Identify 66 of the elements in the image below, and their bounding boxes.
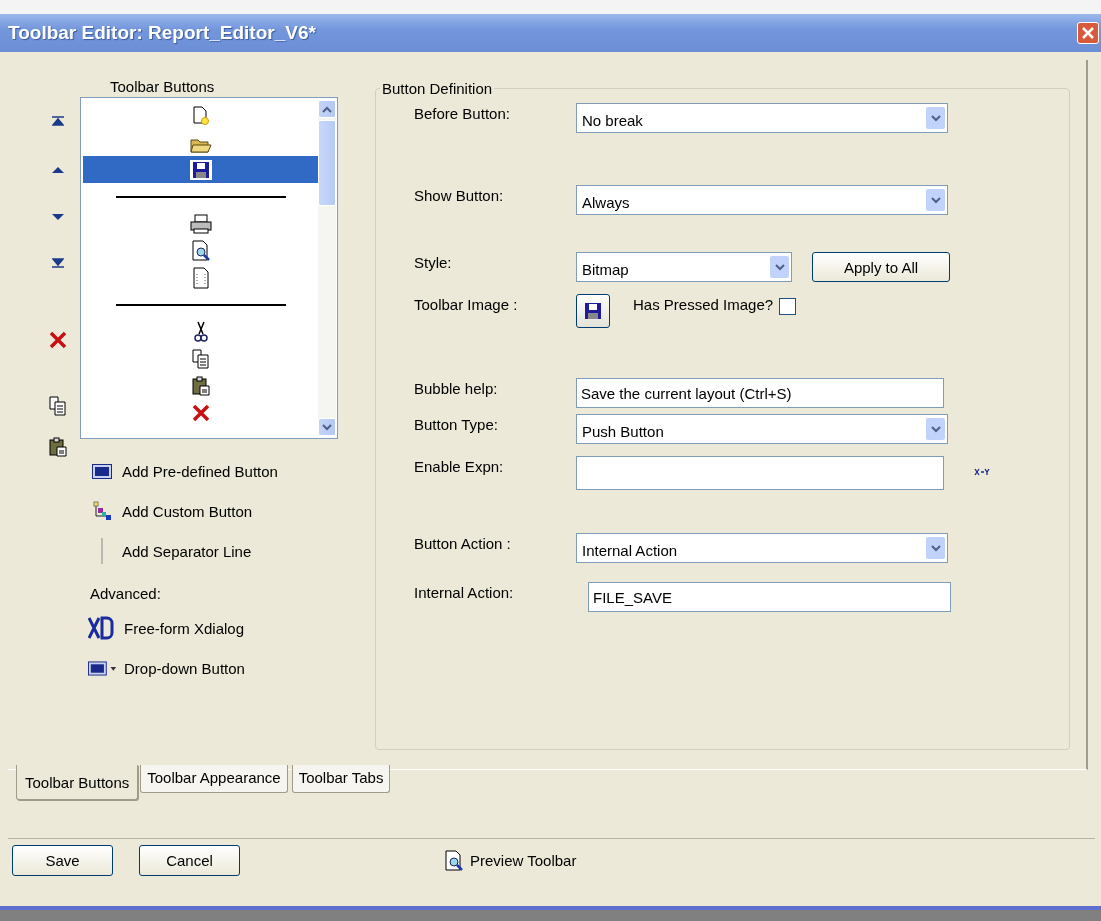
expression-builder-icon[interactable] [974, 468, 990, 476]
preview-icon [190, 239, 211, 262]
page-icon [191, 266, 210, 289]
toolbar-buttons-list[interactable] [80, 97, 338, 439]
scroll-down-icon[interactable] [322, 423, 332, 431]
text-field[interactable]: Save the current layout (Ctrl+S) [576, 378, 944, 408]
add-action-link[interactable]: Add Separator Line [122, 542, 252, 560]
tab[interactable]: Toolbar Appearance [140, 765, 288, 793]
paste-icon[interactable] [49, 437, 67, 457]
delete-icon[interactable] [49, 331, 67, 349]
delete-icon [191, 403, 210, 422]
field-label: Enable Expn: [414, 457, 505, 475]
save-icon [191, 159, 210, 180]
field-label: Internal Action: [414, 583, 515, 601]
field-label: Before Button: [414, 104, 511, 122]
window-title: Toolbar Editor: Report_Editor_V6* [8, 22, 317, 44]
dropdown-field[interactable]: No break [576, 103, 948, 133]
scroll-up-icon[interactable] [322, 105, 332, 113]
toolbar-image-button[interactable] [576, 294, 610, 328]
scrollbar[interactable] [318, 100, 336, 436]
flowchart-icon [92, 501, 112, 521]
xd-icon [88, 616, 114, 640]
dropdown-field[interactable]: Always [576, 185, 948, 215]
dialog-button[interactable]: Save [12, 845, 113, 876]
preview-icon [444, 849, 464, 872]
copy-icon[interactable] [49, 396, 67, 416]
dropdown-field[interactable]: Push Button [576, 414, 948, 444]
dropdown-field[interactable]: Internal Action [576, 533, 948, 563]
tab[interactable]: Toolbar Tabs [291, 765, 391, 793]
move-down-icon[interactable] [52, 213, 64, 221]
dialog-button[interactable]: Cancel [139, 845, 240, 876]
text-field[interactable]: FILE_SAVE [588, 582, 951, 612]
checkbox-label: Has Pressed Image? [633, 295, 774, 313]
field-label: Button Action : [414, 534, 512, 552]
expression-field[interactable] [576, 456, 944, 490]
vertical-line-icon [100, 538, 104, 564]
print-icon [189, 213, 212, 234]
field-label: Show Button: [414, 186, 505, 204]
close-button[interactable] [1077, 22, 1099, 44]
advanced-action-link[interactable]: Free-form Xdialog [124, 619, 245, 637]
newfile-icon [191, 105, 210, 126]
group-title: Button Definition [381, 80, 494, 97]
paste-icon [191, 375, 210, 396]
preview-toolbar-link[interactable]: Preview Toolbar [470, 852, 577, 869]
section-label: Advanced: [90, 585, 162, 602]
copy-icon [191, 348, 210, 369]
field-label: Style: [414, 253, 453, 271]
close-icon[interactable] [1082, 27, 1094, 39]
separator-line[interactable] [115, 195, 286, 198]
field-label: Toolbar Image : [414, 295, 519, 313]
move-up-icon[interactable] [52, 166, 64, 174]
move-to-bottom-icon[interactable] [52, 258, 64, 268]
move-to-top-icon[interactable] [52, 116, 64, 126]
tab[interactable]: Toolbar Buttons [16, 765, 139, 800]
field-label: Button Type: [414, 415, 499, 433]
separator-line[interactable] [115, 303, 286, 306]
list-heading: Toolbar Buttons [110, 78, 216, 95]
add-action-link[interactable]: Add Custom Button [122, 502, 253, 520]
add-action-link[interactable]: Add Pre-defined Button [122, 462, 278, 480]
apply-to-all-button[interactable]: Apply to All [812, 252, 950, 282]
field-label: Bubble help: [414, 379, 499, 397]
checkbox[interactable] [779, 298, 797, 315]
advanced-action-link[interactable]: Drop-down Button [124, 659, 245, 677]
cut-icon [193, 320, 208, 343]
dropdown-field[interactable]: Bitmap [576, 252, 792, 282]
selected-row[interactable] [83, 156, 318, 183]
